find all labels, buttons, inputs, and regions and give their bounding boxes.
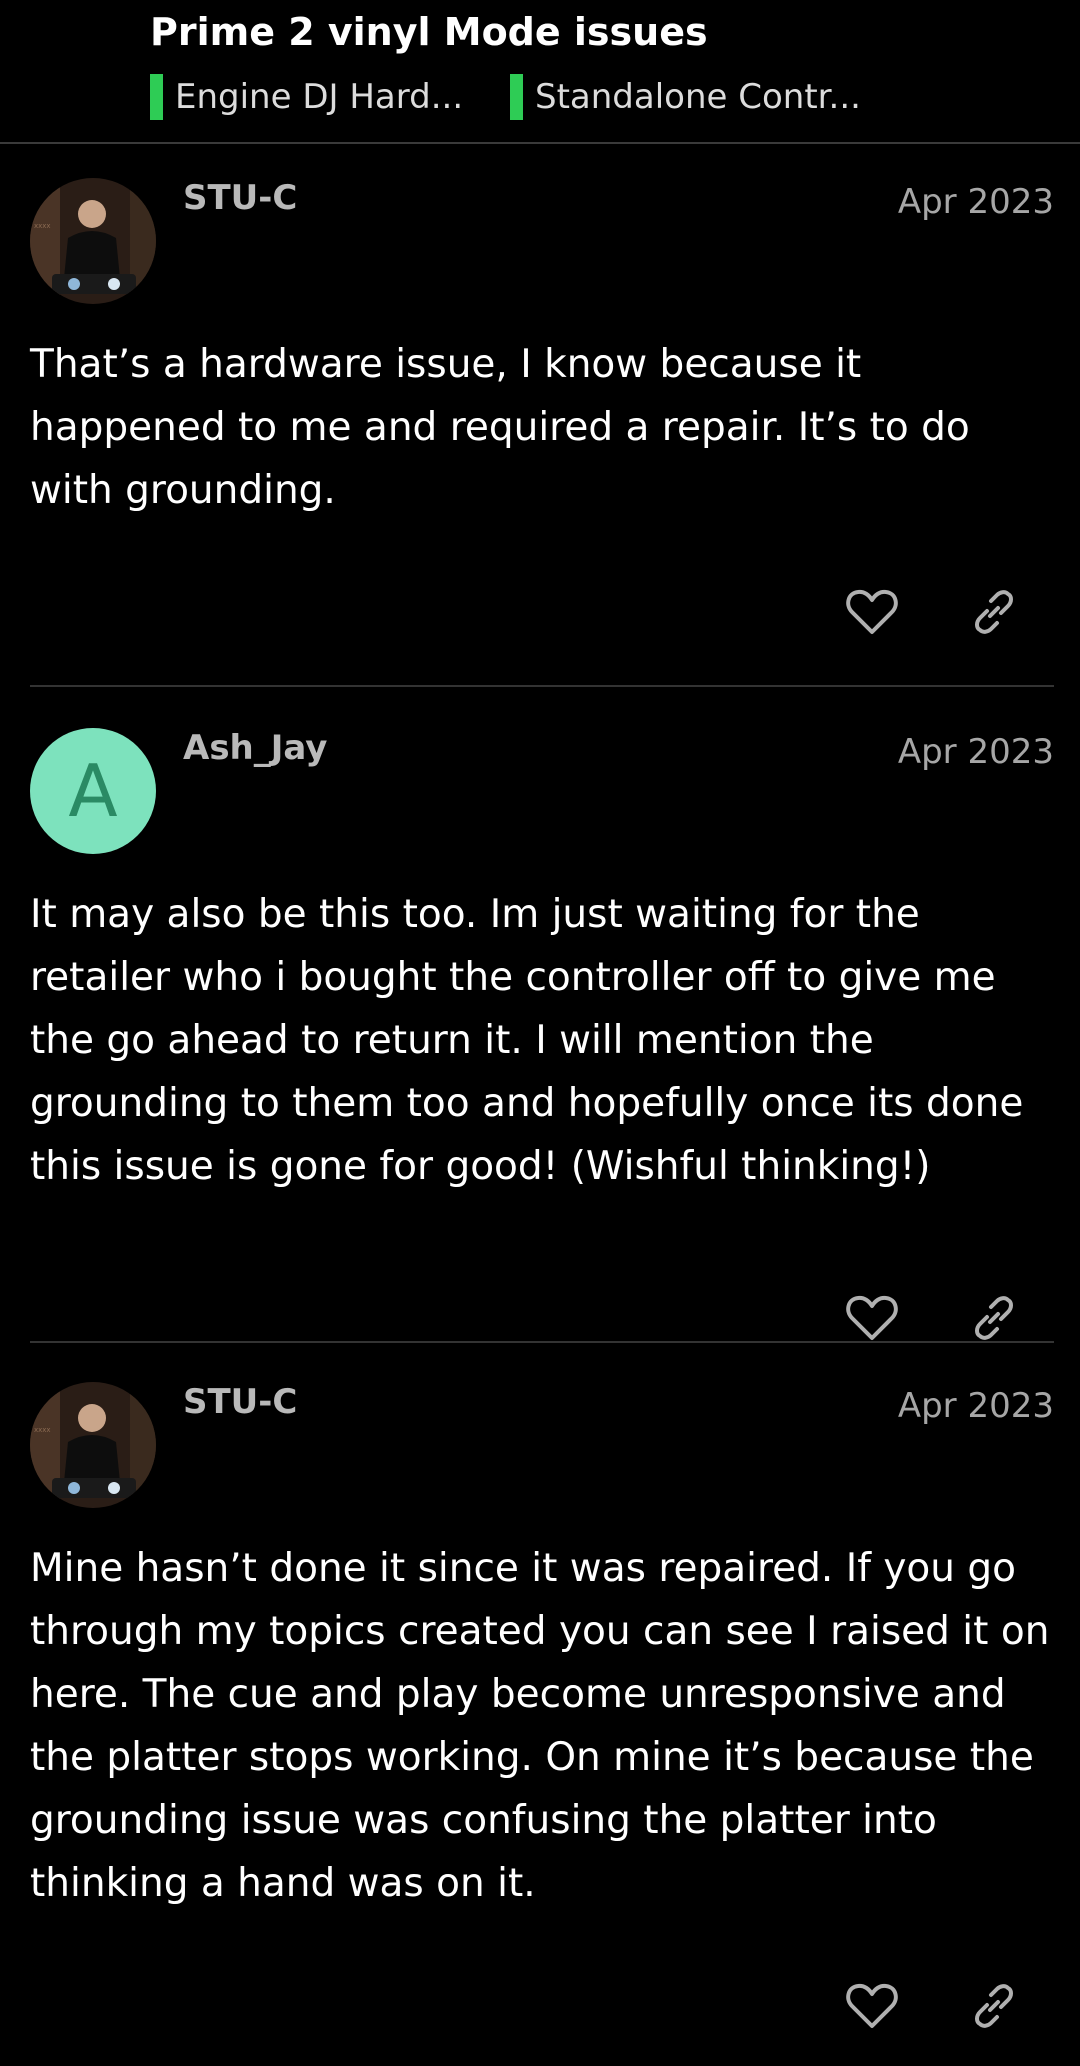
post-date[interactable]: Apr 2023 [898, 182, 1054, 222]
category-badge-standalone-controllers[interactable]: Standalone Contr... [510, 74, 861, 120]
category-badge-engine-dj-hardware[interactable]: Engine DJ Hard... [150, 74, 463, 120]
post-divider [30, 1341, 1054, 1343]
category-label: Engine DJ Hard... [175, 77, 464, 117]
post-date[interactable]: Apr 2023 [898, 1386, 1054, 1426]
category-label: Standalone Contr... [535, 77, 861, 117]
like-button[interactable] [842, 582, 902, 642]
post-body: It may also be this too. Im just waiting… [30, 892, 1024, 1189]
post-body: Mine hasn’t done it since it was repaire… [30, 1546, 1050, 1906]
svg-text:xxxx: xxxx [34, 222, 51, 230]
like-button[interactable] [842, 1976, 902, 2036]
category-color-swatch [510, 74, 523, 120]
post-date[interactable]: Apr 2023 [898, 732, 1054, 772]
link-icon [975, 1984, 1013, 2028]
svg-text:xxxx: xxxx [34, 1426, 51, 1434]
avatar[interactable]: xxxx [30, 1382, 156, 1508]
share-link-button[interactable] [964, 1288, 1024, 1348]
user-photo-icon: xxxx [30, 178, 156, 304]
share-link-button[interactable] [964, 1976, 1024, 2036]
post-username[interactable]: STU-C [183, 1382, 297, 1422]
link-icon [975, 590, 1013, 634]
post-username[interactable]: STU-C [183, 178, 297, 218]
heart-icon [846, 1983, 898, 2028]
share-link-button[interactable] [964, 582, 1024, 642]
link-icon [975, 1296, 1013, 1340]
user-photo-icon: xxxx [30, 1382, 156, 1508]
post: A Ash_Jay Apr 2023 It may also be this t… [30, 728, 1054, 1343]
post: xxxx STU-C Apr 2023 Mine hasn’t done it … [30, 1382, 1054, 2066]
heart-icon [846, 589, 898, 634]
heart-icon [846, 1295, 898, 1340]
avatar-letter: A [68, 749, 118, 833]
category-color-swatch [150, 74, 163, 120]
post-body: That’s a hardware issue, I know because … [30, 342, 970, 513]
topic-header: Prime 2 vinyl Mode issues Engine DJ Hard… [0, 0, 1080, 144]
topic-title[interactable]: Prime 2 vinyl Mode issues [150, 10, 708, 54]
avatar[interactable]: xxxx [30, 178, 156, 304]
post-username[interactable]: Ash_Jay [183, 728, 327, 768]
like-button[interactable] [842, 1288, 902, 1348]
avatar[interactable]: A [30, 728, 156, 854]
post-divider [30, 685, 1054, 687]
post: xxxx STU-C Apr 2023 That’s a hardware is… [30, 178, 1054, 688]
